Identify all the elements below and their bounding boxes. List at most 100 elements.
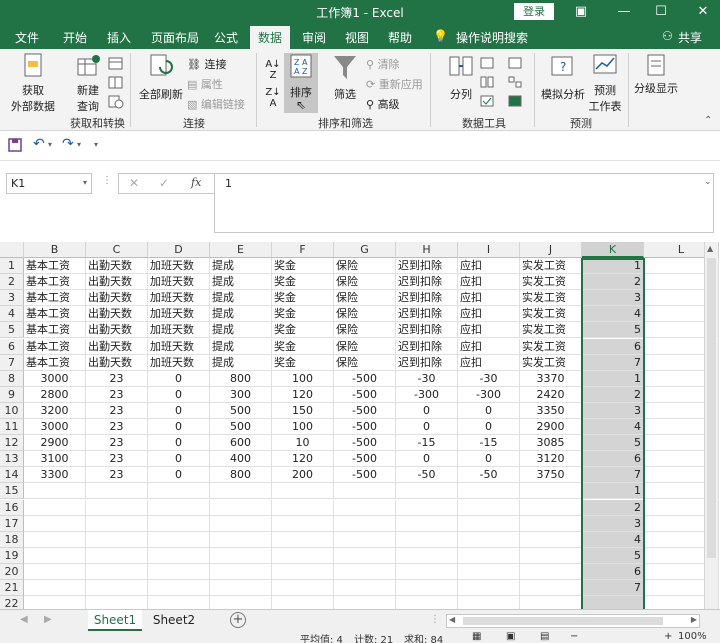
cell[interactable]: -500 xyxy=(334,435,396,452)
undo-dropdown-icon[interactable]: ▾ xyxy=(48,140,52,149)
selected-cell[interactable]: 4 xyxy=(582,306,644,323)
cell[interactable] xyxy=(24,499,86,516)
row-header[interactable]: 18 xyxy=(0,531,24,548)
cell[interactable] xyxy=(210,499,272,516)
cell[interactable]: 提成 xyxy=(210,290,272,307)
cell[interactable]: 23 xyxy=(86,386,148,403)
selected-cell[interactable]: 1 xyxy=(582,483,644,500)
cell[interactable] xyxy=(210,531,272,548)
tab-insert[interactable]: 插入 xyxy=(107,29,131,46)
refresh-all-button[interactable]: 全部刷新 xyxy=(138,53,184,102)
scroll-right-icon[interactable]: ▶ xyxy=(44,614,52,625)
cell[interactable]: 加班天数 xyxy=(148,322,210,339)
redo-icon[interactable]: ↷ xyxy=(62,136,74,152)
redo-dropdown-icon[interactable]: ▾ xyxy=(77,140,81,149)
cell[interactable]: 出勤天数 xyxy=(86,322,148,339)
cell[interactable]: 提成 xyxy=(210,258,272,274)
cell[interactable]: 基本工资 xyxy=(24,354,86,371)
row-header[interactable]: 6 xyxy=(0,338,24,355)
selected-cell[interactable]: 1 xyxy=(582,258,644,274)
row-header[interactable]: 13 xyxy=(0,451,24,468)
cell[interactable]: 实发工资 xyxy=(520,354,582,371)
tab-home[interactable]: 开始 xyxy=(63,29,87,46)
relationships-icon[interactable] xyxy=(508,76,522,92)
cell[interactable]: 提成 xyxy=(210,274,272,291)
cell[interactable] xyxy=(334,580,396,596)
cell[interactable]: 2900 xyxy=(520,419,582,435)
selected-cell[interactable]: 7 xyxy=(582,467,644,484)
cell[interactable]: 保险 xyxy=(334,306,396,323)
cell[interactable]: 3085 xyxy=(520,435,582,452)
cell[interactable] xyxy=(24,563,86,580)
cell[interactable]: 300 xyxy=(210,386,272,403)
share-button[interactable]: 共享 xyxy=(678,29,702,46)
name-box[interactable]: K1 ▾ xyxy=(6,173,92,194)
cell[interactable]: 奖金 xyxy=(272,306,334,323)
from-table-icon[interactable] xyxy=(108,76,124,93)
cell[interactable]: 迟到扣除 xyxy=(396,354,458,371)
selected-cell[interactable]: 6 xyxy=(582,451,644,468)
cell[interactable]: 23 xyxy=(86,467,148,484)
cell[interactable]: 应扣 xyxy=(458,274,520,291)
cell[interactable]: 3370 xyxy=(520,370,582,387)
cell[interactable]: 加班天数 xyxy=(148,338,210,355)
insert-function-icon[interactable]: fx xyxy=(191,176,201,189)
cell[interactable]: 应扣 xyxy=(458,338,520,355)
cell[interactable]: 出勤天数 xyxy=(86,258,148,274)
row-header[interactable]: 1 xyxy=(0,258,24,274)
customize-qat-icon[interactable]: ▾ xyxy=(94,140,98,149)
selected-cell[interactable]: 1 xyxy=(582,370,644,387)
show-queries-icon[interactable] xyxy=(108,57,124,74)
row-header[interactable]: 15 xyxy=(0,483,24,500)
cell[interactable]: 0 xyxy=(148,467,210,484)
cell[interactable]: 基本工资 xyxy=(24,258,86,274)
zoom-in-icon[interactable]: + xyxy=(664,631,672,642)
cell[interactable]: 200 xyxy=(272,467,334,484)
cell[interactable] xyxy=(520,580,582,596)
cell[interactable] xyxy=(520,483,582,500)
cell[interactable]: -30 xyxy=(396,370,458,387)
cancel-icon[interactable]: ✕ xyxy=(129,176,139,190)
cell[interactable]: 提成 xyxy=(210,322,272,339)
cell[interactable]: 出勤天数 xyxy=(86,306,148,323)
cell[interactable]: 实发工资 xyxy=(520,338,582,355)
enter-icon[interactable]: ✓ xyxy=(159,176,169,190)
cell[interactable] xyxy=(334,499,396,516)
cell[interactable]: 提成 xyxy=(210,354,272,371)
cell[interactable] xyxy=(210,547,272,564)
column-header-i[interactable]: I xyxy=(458,242,520,258)
row-header[interactable]: 17 xyxy=(0,515,24,532)
cell[interactable]: 出勤天数 xyxy=(86,290,148,307)
cell[interactable]: 基本工资 xyxy=(24,290,86,307)
cell[interactable]: -15 xyxy=(396,435,458,452)
cell[interactable] xyxy=(334,563,396,580)
cell[interactable]: 迟到扣除 xyxy=(396,306,458,323)
cell[interactable]: 实发工资 xyxy=(520,258,582,274)
cell[interactable]: 出勤天数 xyxy=(86,354,148,371)
text-to-columns-button[interactable]: 分列 xyxy=(444,53,478,102)
cell[interactable] xyxy=(272,483,334,500)
cell[interactable] xyxy=(458,563,520,580)
cell[interactable] xyxy=(148,547,210,564)
formula-input[interactable]: 1 xyxy=(214,173,714,233)
save-icon[interactable] xyxy=(8,138,22,155)
sheet-tab-sheet1[interactable]: Sheet1 xyxy=(88,610,142,631)
cell[interactable]: -500 xyxy=(334,370,396,387)
column-header-h[interactable]: H xyxy=(396,242,458,258)
selected-cell[interactable]: 3 xyxy=(582,402,644,419)
cell[interactable] xyxy=(520,531,582,548)
cell[interactable] xyxy=(148,580,210,596)
scrollbar-thumb[interactable] xyxy=(463,617,663,625)
scroll-up-icon[interactable]: ▲ xyxy=(707,244,713,253)
cell[interactable]: 应扣 xyxy=(458,306,520,323)
row-header[interactable]: 11 xyxy=(0,419,24,435)
cell[interactable]: 实发工资 xyxy=(520,274,582,291)
cell[interactable] xyxy=(458,483,520,500)
cell[interactable]: 3350 xyxy=(520,402,582,419)
cell[interactable]: 3120 xyxy=(520,451,582,468)
cell[interactable] xyxy=(458,531,520,548)
cell[interactable] xyxy=(334,547,396,564)
cell[interactable]: 0 xyxy=(458,419,520,435)
cell[interactable]: 3100 xyxy=(24,451,86,468)
cell[interactable]: 3000 xyxy=(24,370,86,387)
